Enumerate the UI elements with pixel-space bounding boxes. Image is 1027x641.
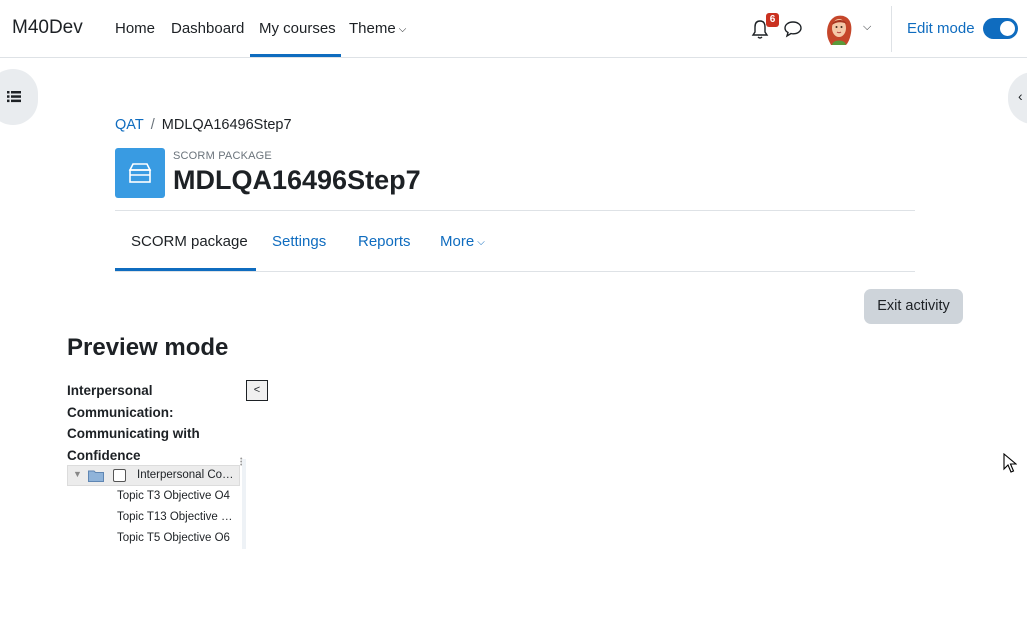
toc-scrollbar[interactable] <box>242 459 246 549</box>
user-menu-chevron-icon[interactable]: ⌵ <box>863 21 871 34</box>
toc-title: Interpersonal Communication: Communicati… <box>67 383 200 463</box>
breadcrumb: QAT / MDLQA16496Step7 <box>115 117 292 133</box>
activity-pretitle: SCORM PACKAGE <box>173 150 272 162</box>
toc-tree-item[interactable]: Topic T13 Objective O11 <box>117 511 235 523</box>
tab-more-label: More <box>440 233 475 250</box>
toc-tree-item[interactable]: Topic T5 Objective O6 <box>117 532 235 544</box>
navbar-divider <box>891 6 892 52</box>
nav-theme[interactable]: Theme ⌵ <box>349 20 406 37</box>
user-avatar[interactable] <box>822 11 856 47</box>
nav-active-indicator <box>250 54 341 57</box>
tab-settings[interactable]: Settings <box>272 233 326 250</box>
edit-mode-label[interactable]: Edit mode <box>907 20 975 37</box>
toc-collapse-button[interactable]: < <box>246 380 268 401</box>
breadcrumb-current[interactable]: MDLQA16496Step7 <box>162 117 292 133</box>
scorm-package-icon <box>115 148 165 198</box>
nav-my-courses[interactable]: My courses <box>259 20 336 37</box>
block-drawer-toggle[interactable]: ‹ <box>1008 72 1027 124</box>
breadcrumb-separator: / <box>150 117 155 133</box>
tabs-divider <box>115 271 915 272</box>
tab-scorm-package[interactable]: SCORM package <box>131 233 248 250</box>
chevron-left-icon: ‹ <box>1018 88 1023 104</box>
notification-count-badge: 6 <box>766 13 779 27</box>
tab-more[interactable]: More ⌵ <box>440 233 485 250</box>
tree-expand-arrow-icon[interactable]: ▼ <box>73 469 82 479</box>
list-icon <box>7 91 21 103</box>
checkbox-icon[interactable] <box>113 469 126 482</box>
page-title: MDLQA16496Step7 <box>173 165 421 195</box>
nav-dashboard[interactable]: Dashboard <box>171 20 244 37</box>
exit-activity-button[interactable]: Exit activity <box>864 289 963 324</box>
tab-reports[interactable]: Reports <box>358 233 411 250</box>
preview-mode-heading: Preview mode <box>67 334 229 361</box>
chevron-down-icon: ⌵ <box>398 24 407 35</box>
package-icon <box>128 163 152 183</box>
site-brand[interactable]: M40Dev <box>12 17 83 39</box>
top-navbar: M40Dev Home Dashboard My courses Theme ⌵ … <box>0 0 1027 58</box>
toc-tree-root-label[interactable]: Interpersonal Communication: Communicati… <box>137 469 237 481</box>
folder-icon <box>88 470 104 482</box>
breadcrumb-course-link[interactable]: QAT <box>115 117 144 133</box>
toggle-knob <box>1000 21 1015 36</box>
course-index-drawer-toggle[interactable] <box>0 69 38 125</box>
chat-icon[interactable] <box>783 19 803 39</box>
toc-tree-item[interactable]: Topic T3 Objective O4 <box>117 490 235 502</box>
chevron-down-icon: ⌵ <box>477 237 485 248</box>
nav-home[interactable]: Home <box>115 20 155 37</box>
mouse-cursor <box>1003 453 1017 473</box>
header-divider <box>115 210 915 211</box>
nav-theme-label: Theme <box>349 20 396 37</box>
toc-tree-root[interactable]: ▼ Interpersonal Communication: Communica… <box>67 465 240 486</box>
edit-mode-toggle[interactable] <box>983 18 1018 39</box>
